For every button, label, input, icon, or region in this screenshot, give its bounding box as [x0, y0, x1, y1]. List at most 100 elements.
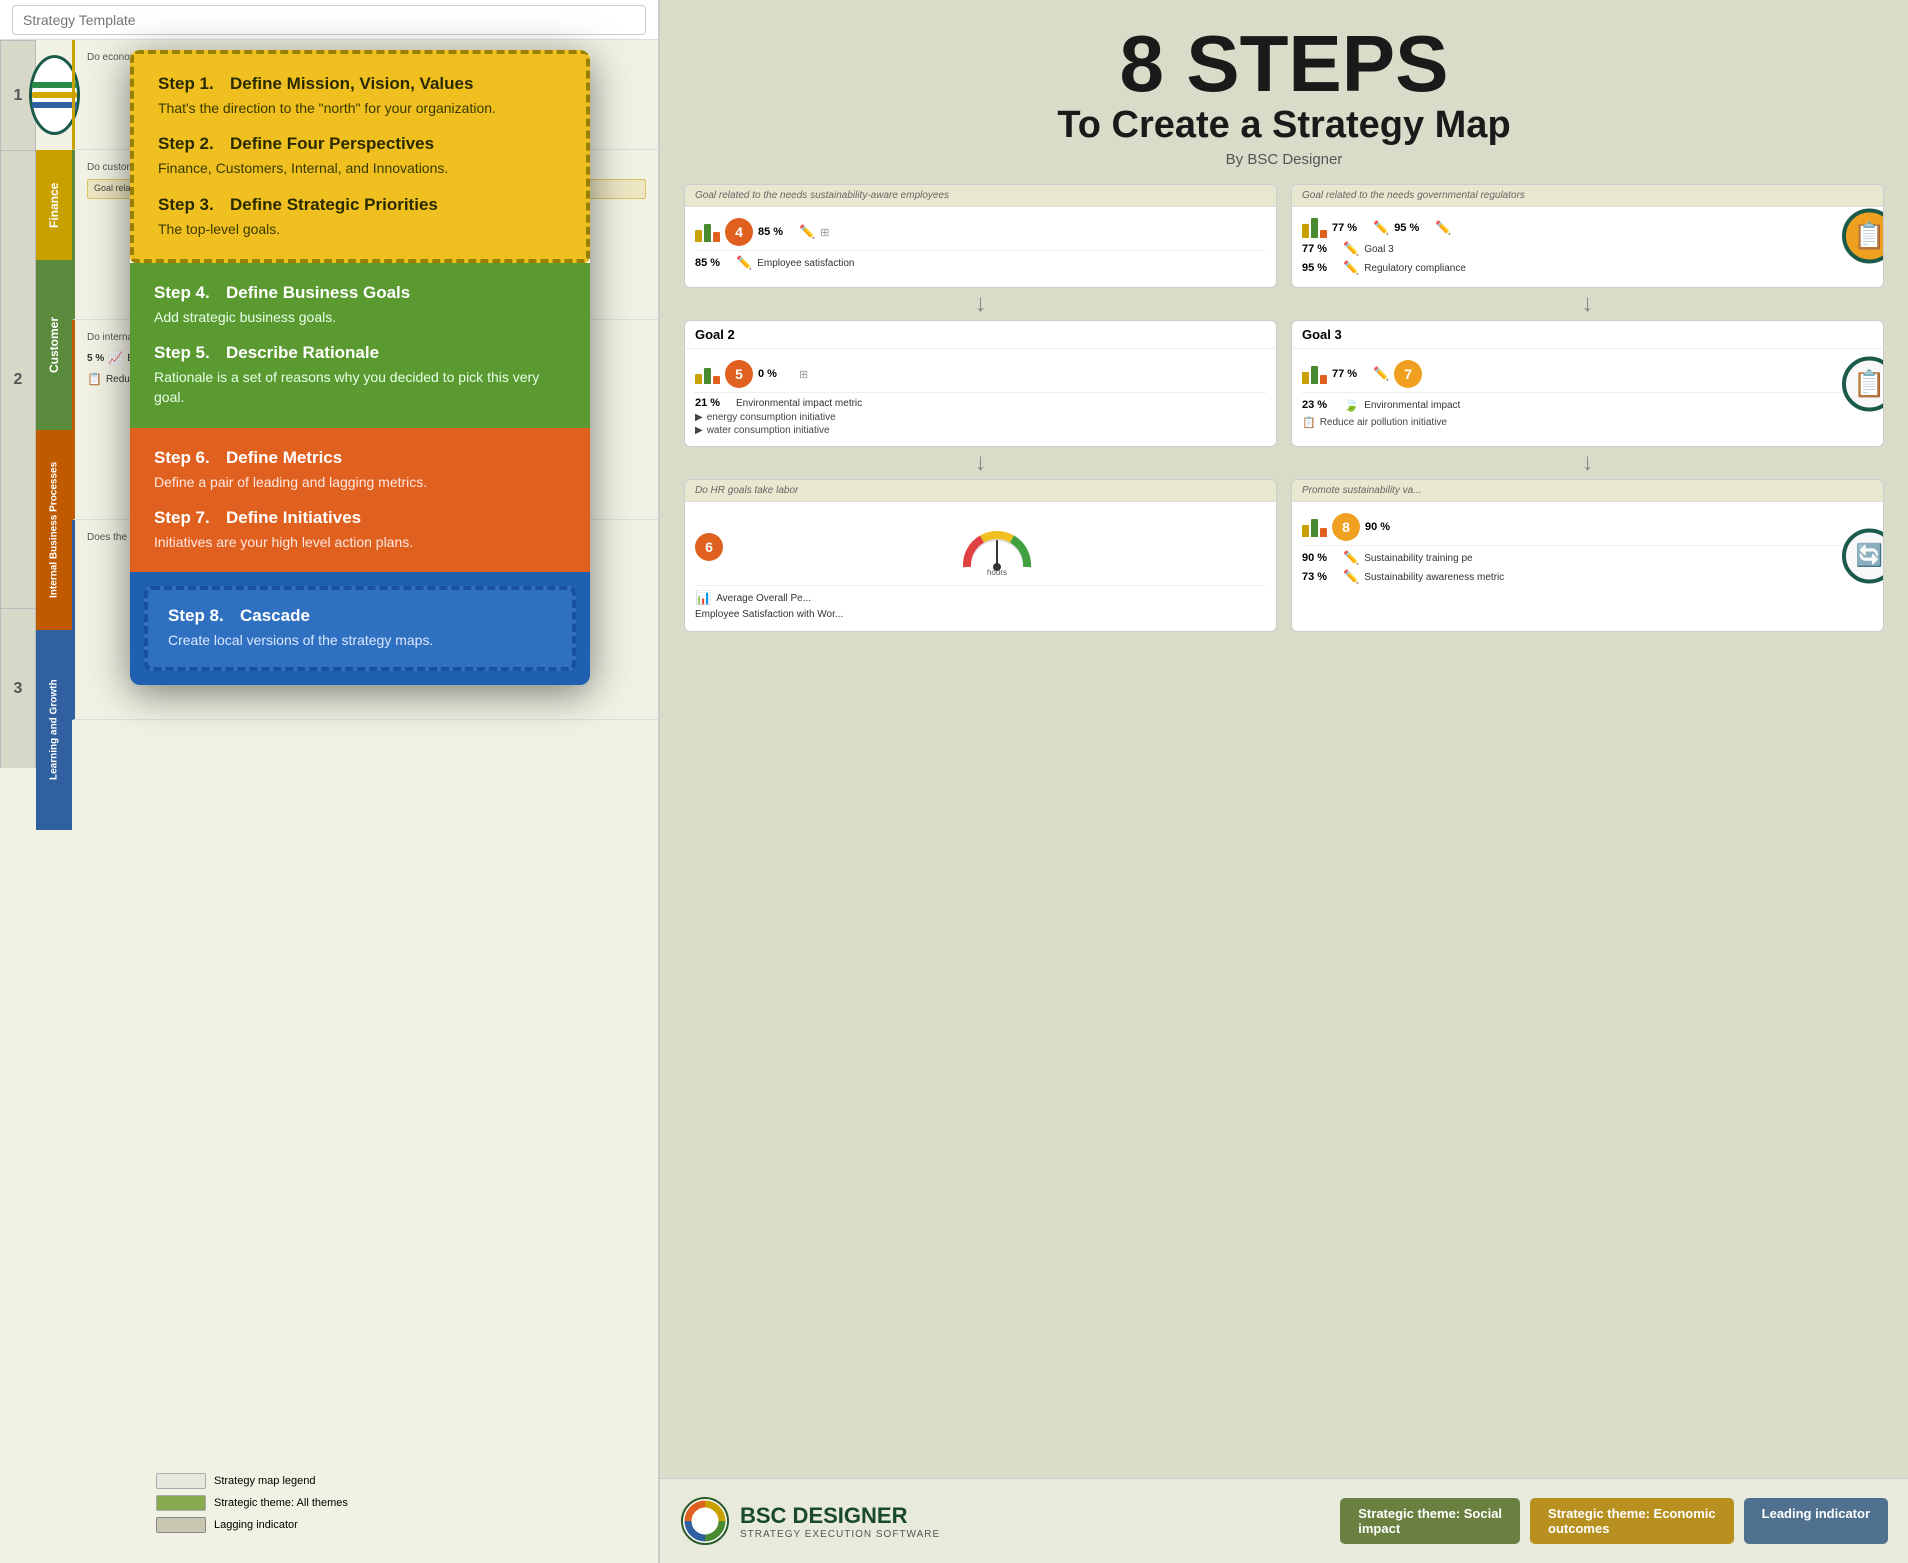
step-6-content: Step 6. Define Metrics Define a pair of … — [154, 448, 427, 492]
goals-row-2: Goal 2 5 0 % ⊞ 21 % — [660, 320, 1908, 447]
leaf-icon: 🍃 — [1343, 397, 1359, 413]
icon-line-blue — [32, 102, 77, 108]
bar2 — [1311, 519, 1318, 537]
goal-2-badge: 5 — [725, 360, 753, 388]
leading-label: Leading indicator — [1762, 1506, 1870, 1521]
perspective-finance: Finance — [36, 150, 72, 260]
goal-3-pct1: 77 % — [1332, 368, 1368, 380]
awareness-pct: 73 % — [1302, 571, 1338, 583]
gov-pct1: 77 % — [1332, 222, 1368, 234]
copy-icon-3: ⊞ — [799, 368, 808, 381]
water-label: water consumption initiative — [707, 425, 830, 436]
goal-2-env: 21 % Environmental impact metric — [695, 397, 1266, 409]
bar2 — [1311, 218, 1318, 238]
goal-4-satisfaction: 85 % ✏️ Employee satisfaction — [695, 255, 1266, 271]
step-7-row: Step 7. Define Initiatives Initiatives a… — [154, 508, 566, 552]
goal-4-header: Goal related to the needs sustainability… — [685, 185, 1276, 207]
legend-rect-theme — [156, 1495, 206, 1511]
legend-area: Strategy map legend Strategic theme: All… — [144, 1443, 658, 1563]
gov-goal3-pct: 77 % — [1302, 243, 1338, 255]
step-indicators: 1 2 3 — [0, 40, 36, 768]
economic-label: Strategic theme: Economicoutcomes — [1548, 1506, 1716, 1536]
goal-3-env: 23 % 🍃 Environmental impact — [1302, 397, 1873, 413]
goal-8-inner: 8 90 % 90 % ✏️ Sustainability training p… — [1292, 502, 1883, 596]
gov-goal3-label: Goal 3 — [1364, 244, 1859, 255]
pencil-icon-3: ✏️ — [1435, 220, 1451, 236]
arrow-down-4: ↓ — [1291, 449, 1884, 477]
legend-item-theme: Strategic theme: All themes — [156, 1495, 646, 1511]
search-input[interactable] — [12, 5, 646, 35]
step-indicator-3: 3 — [0, 608, 36, 768]
step-7-body: Initiatives are your high level action p… — [154, 532, 413, 552]
goal-6-box: Do HR goals take labor 6 — [684, 479, 1277, 632]
step-5-content: Step 5. Describe Rationale Rationale is … — [154, 343, 566, 408]
right-panel: 8 STEPS To Create a Strategy Map By BSC … — [660, 0, 1908, 1563]
goal-3-env-pct: 23 % — [1302, 399, 1338, 411]
speedometer-svg: hours — [957, 517, 1037, 577]
step-6-body: Define a pair of leading and lagging met… — [154, 472, 427, 492]
bottom-strip: BSC DESIGNER STRATEGY EXECUTION SOFTWARE… — [660, 1478, 1908, 1563]
legend-item-lag: Lagging indicator — [156, 1517, 646, 1533]
bar3 — [713, 232, 720, 242]
blue-steps-block: Step 8. Cascade Create local versions of… — [144, 586, 576, 670]
pencil-icon-5: ✏️ — [1343, 260, 1359, 276]
step-1-content: Step 1. Define Mission, Vision, Values T… — [158, 74, 496, 118]
step-1-row: Step 1. Define Mission, Vision, Values T… — [158, 74, 562, 118]
awareness-label: Sustainability awareness metric — [1364, 572, 1873, 583]
step-6-num: Step 6. — [154, 448, 226, 468]
icon-line-yellow — [32, 92, 77, 98]
step-4-title: Define Business Goals — [226, 283, 410, 303]
theme-leading-tag[interactable]: Leading indicator — [1744, 1498, 1888, 1544]
step-4-row: Step 4. Define Business Goals Add strate… — [154, 283, 566, 327]
step-2-num: Step 2. — [158, 134, 230, 154]
arrow-down-1: ↓ — [684, 290, 1277, 318]
step-6-title: Define Metrics — [226, 448, 342, 468]
goal-6-gauge-row: 6 — [695, 513, 1266, 581]
legend-theme-label: Strategic theme: All themes — [214, 1497, 348, 1509]
avg-label: Average Overall Pe... — [716, 593, 1266, 604]
svg-text:hours: hours — [987, 568, 1007, 577]
eight-steps-title: 8 STEPS — [680, 24, 1888, 104]
step-5-body: Rationale is a set of reasons why you de… — [154, 367, 566, 408]
step-8-num: Step 8. — [168, 606, 240, 626]
goal-8-awareness: 73 % ✏️ Sustainability awareness metric — [1302, 569, 1873, 585]
goal-2-chart — [695, 364, 720, 384]
air-label: Reduce air pollution initiative — [1320, 417, 1447, 428]
step-8-title: Cascade — [240, 606, 310, 626]
goal-4-pct: 85 % — [758, 226, 794, 238]
goal-6-badge: 6 — [695, 533, 723, 561]
theme-social-tag[interactable]: Strategic theme: Socialimpact — [1340, 1498, 1520, 1544]
search-bar — [0, 0, 658, 40]
step-3-body: The top-level goals. — [158, 219, 438, 239]
green-steps-block: Step 4. Define Business Goals Add strate… — [130, 263, 590, 428]
goal-3-box: Goal 3 77 % ✏️ 7 23 % — [1291, 320, 1884, 447]
goal-8-chart — [1302, 517, 1327, 537]
bar1 — [695, 374, 702, 384]
pencil-icon: ✏️ — [799, 224, 815, 240]
theme-economic-tag[interactable]: Strategic theme: Economicoutcomes — [1530, 1498, 1734, 1544]
step-3-row: Step 3. Define Strategic Priorities The … — [158, 195, 562, 239]
step-4-num: Step 4. — [154, 283, 226, 303]
step-8-row: Step 8. Cascade Create local versions of… — [168, 606, 552, 650]
arrow-down-3: ↓ — [684, 449, 1277, 477]
arrow-row-1: ↓ ↓ — [660, 288, 1908, 320]
legend-rect-map — [156, 1473, 206, 1489]
bar1 — [1302, 372, 1309, 384]
pencil-icon-2: ✏️ — [1373, 220, 1389, 236]
bar3 — [1320, 528, 1327, 537]
awareness-icon: ✏️ — [1343, 569, 1359, 585]
step-7-title: Define Initiatives — [226, 508, 361, 528]
step-2-body: Finance, Customers, Internal, and Innova… — [158, 158, 448, 178]
right-header: 8 STEPS To Create a Strategy Map By BSC … — [660, 0, 1908, 184]
goal-2-top: 5 0 % ⊞ — [695, 360, 1266, 388]
step-4-content: Step 4. Define Business Goals Add strate… — [154, 283, 410, 327]
step-5-row: Step 5. Describe Rationale Rationale is … — [154, 343, 566, 408]
orange-steps-block: Step 6. Define Metrics Define a pair of … — [130, 428, 590, 573]
goal-8-pct1: 90 % — [1365, 521, 1401, 533]
step-1-title: Define Mission, Vision, Values — [230, 74, 473, 94]
goal-3-env-label: Environmental impact — [1364, 400, 1873, 411]
bar1 — [1302, 525, 1309, 537]
steps-popup-card[interactable]: Step 1. Define Mission, Vision, Values T… — [130, 50, 590, 685]
goal-gov-chart — [1302, 218, 1327, 238]
trend-icon: ✏️ — [736, 255, 752, 271]
